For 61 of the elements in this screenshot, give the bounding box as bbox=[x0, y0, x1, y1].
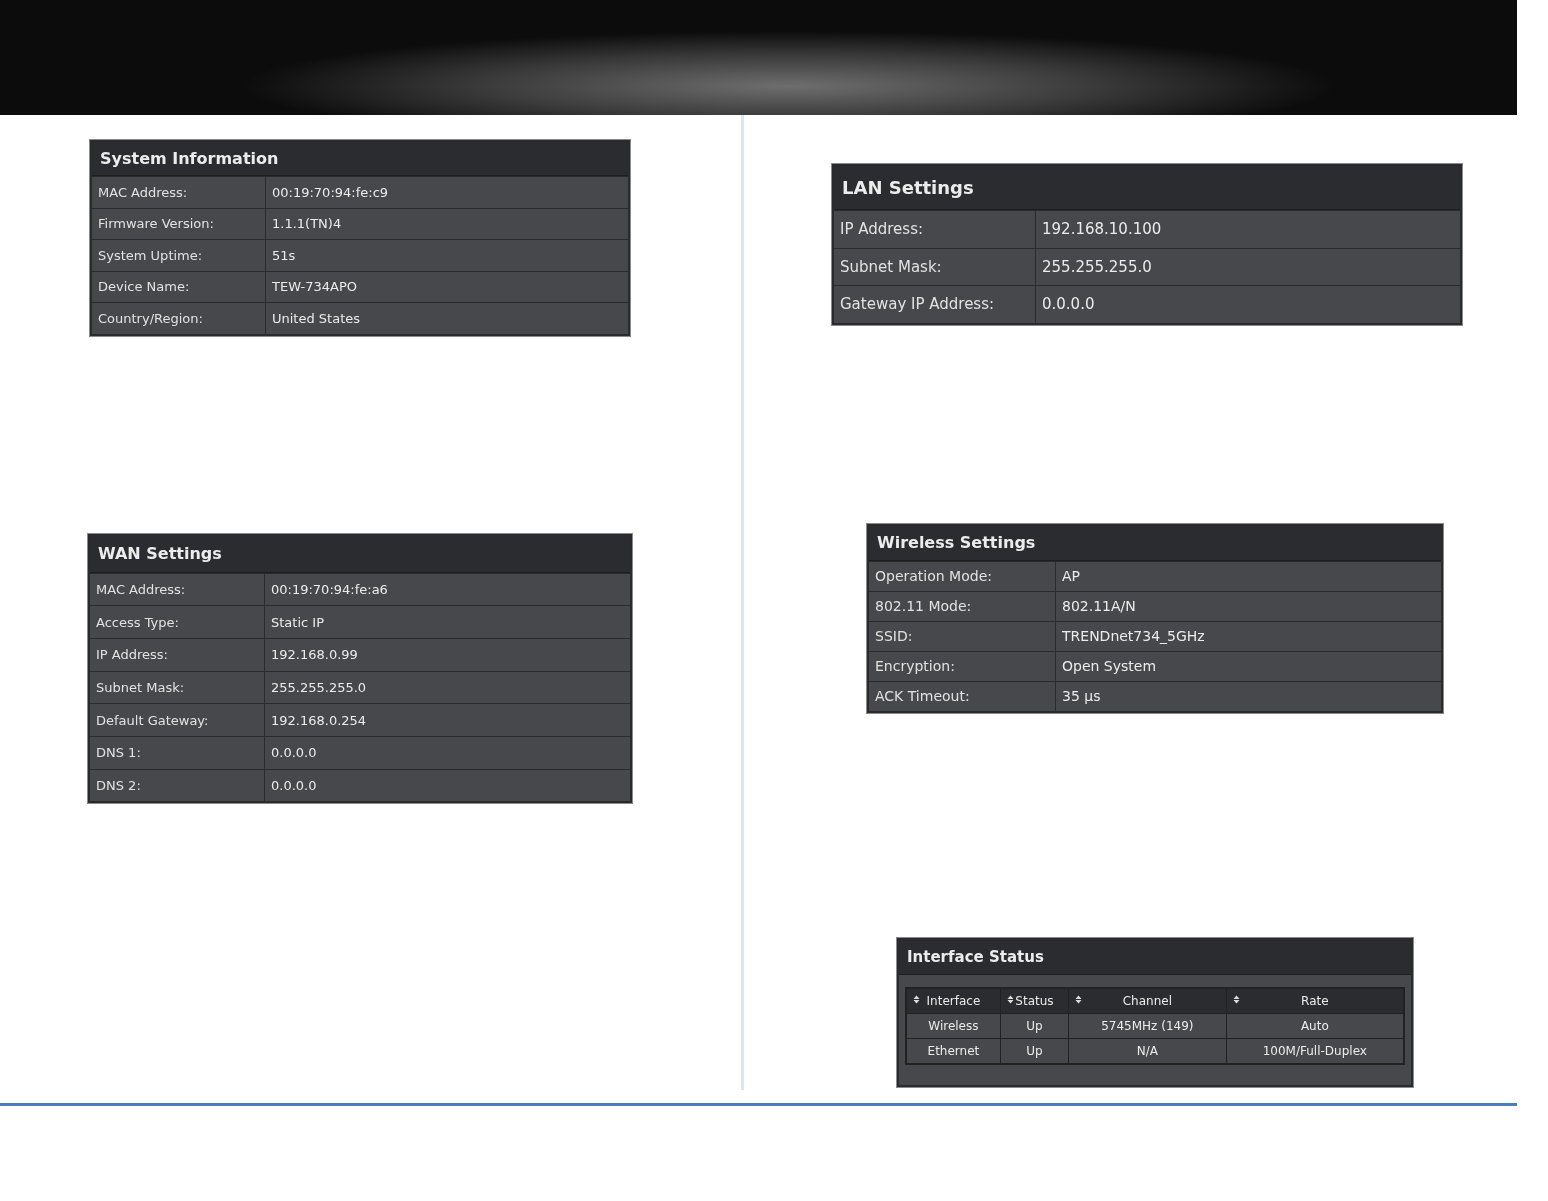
field-label: Operation Mode: bbox=[869, 561, 1056, 591]
sort-icon bbox=[913, 994, 920, 1004]
panel-title: Wireless Settings bbox=[869, 525, 1441, 561]
column-header[interactable]: Channel bbox=[1068, 988, 1227, 1013]
column-header[interactable]: Rate bbox=[1226, 988, 1404, 1013]
field-label: Firmware Version: bbox=[92, 208, 266, 239]
field-label: MAC Address: bbox=[90, 573, 265, 606]
field-label: Encryption: bbox=[869, 651, 1056, 681]
field-label: DNS 2: bbox=[90, 769, 265, 802]
field-label: DNS 1: bbox=[90, 736, 265, 769]
field-label: SSID: bbox=[869, 621, 1056, 651]
field-value: 0.0.0.0 bbox=[270, 776, 317, 795]
field-label: Default Gateway: bbox=[90, 704, 265, 736]
table-cell: Auto bbox=[1226, 1013, 1404, 1038]
column-header[interactable]: Status bbox=[1000, 988, 1069, 1013]
field-label: Subnet Mask: bbox=[834, 248, 1036, 285]
field-label: IP Address: bbox=[90, 638, 265, 671]
field-value: Static IP bbox=[270, 613, 324, 632]
field-value: 0.0.0.0 bbox=[1041, 294, 1095, 316]
table-cell: 100M/Full-Duplex bbox=[1226, 1038, 1404, 1063]
field-value: 192.168.0.254 bbox=[270, 711, 367, 730]
sort-icon bbox=[1006, 994, 1014, 1004]
field-value: TRENDnet734_5GHz bbox=[1061, 627, 1205, 646]
field-label: ACK Timeout: bbox=[869, 681, 1056, 711]
field-label: Access Type: bbox=[90, 606, 265, 638]
table-cell: Up bbox=[1000, 1038, 1069, 1063]
field-value: 255.255.255.0 bbox=[270, 678, 367, 697]
field-value: 192.168.0.99 bbox=[270, 646, 358, 665]
panel-title: LAN Settings bbox=[834, 166, 1460, 210]
table-cell: Up bbox=[1000, 1013, 1069, 1038]
field-label: Gateway IP Address: bbox=[834, 286, 1036, 323]
field-label: Device Name: bbox=[92, 271, 266, 302]
table-cell: Wireless bbox=[906, 1013, 1001, 1038]
field-value: Open System bbox=[1061, 657, 1157, 676]
field-value: 192.168.10.100 bbox=[1041, 219, 1162, 241]
field-value: 255.255.255.0 bbox=[1041, 256, 1152, 278]
field-value: United States bbox=[271, 309, 361, 328]
table-cell: 5745MHz (149) bbox=[1068, 1013, 1227, 1038]
field-value: 1.1.1(TN)4 bbox=[271, 215, 342, 234]
sort-icon bbox=[1232, 994, 1240, 1004]
field-label: 802.11 Mode: bbox=[869, 591, 1056, 621]
field-value: 51s bbox=[271, 246, 296, 265]
panel-title: System Information bbox=[92, 142, 628, 176]
field-label: IP Address: bbox=[834, 211, 1036, 248]
table-cell: Ethernet bbox=[906, 1038, 1001, 1063]
panel-title: WAN Settings bbox=[90, 535, 630, 573]
field-label: Country/Region: bbox=[92, 303, 266, 334]
field-value: 0.0.0.0 bbox=[270, 744, 317, 763]
field-value: TEW-734APO bbox=[271, 278, 357, 297]
column-header[interactable]: Interface bbox=[906, 988, 1001, 1013]
field-value: 00:19:70:94:fe:c9 bbox=[271, 183, 389, 202]
panel-title: Interface Status bbox=[899, 939, 1411, 975]
field-value: 35 μs bbox=[1061, 687, 1101, 706]
field-value: 00:19:70:94:fe:a6 bbox=[270, 580, 388, 599]
field-value: AP bbox=[1061, 567, 1081, 586]
field-label: MAC Address: bbox=[92, 177, 266, 208]
field-value: 802.11A/N bbox=[1061, 597, 1136, 616]
table-cell: N/A bbox=[1068, 1038, 1227, 1063]
field-label: Subnet Mask: bbox=[90, 671, 265, 704]
field-label: System Uptime: bbox=[92, 240, 266, 271]
sort-icon bbox=[1075, 994, 1083, 1004]
